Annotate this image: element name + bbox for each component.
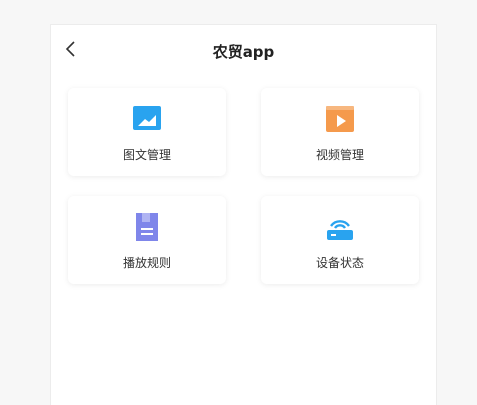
menu-label: 设备状态 (315, 256, 364, 270)
video-icon (326, 106, 354, 132)
menu-card-video[interactable]: 视频管理 (261, 88, 419, 176)
image-icon (133, 106, 161, 130)
menu-label: 视频管理 (315, 148, 364, 162)
menu-label: 播放规则 (122, 256, 171, 270)
header: 农贸app (51, 25, 436, 77)
app-screen: 农贸app 图文管理 视频管理 播放规则 设备状态 (51, 25, 436, 405)
menu-card-device-status[interactable]: 设备状态 (261, 196, 419, 284)
menu-card-image-text[interactable]: 图文管理 (68, 88, 226, 176)
page-title: 农贸app (212, 43, 275, 61)
menu-card-play-rules[interactable]: 播放规则 (68, 196, 226, 284)
document-icon (136, 213, 158, 241)
wifi-router-icon (327, 220, 353, 240)
menu-label: 图文管理 (122, 148, 171, 162)
